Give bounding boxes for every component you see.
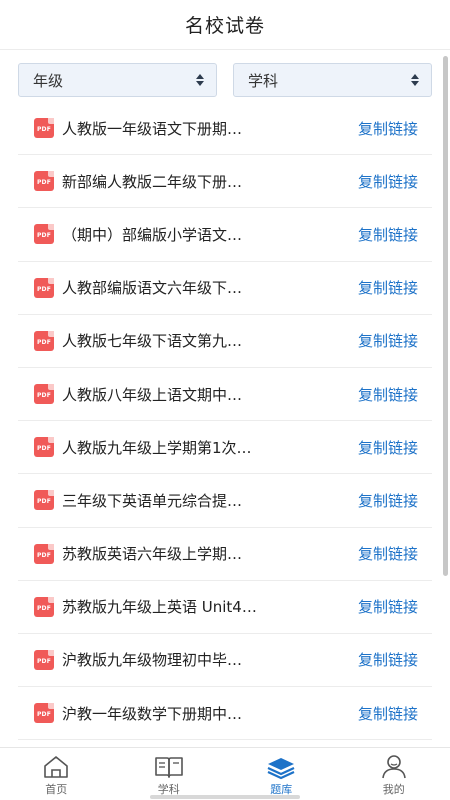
paper-title[interactable]: 苏教版九年级上英语 Unit4… <box>62 596 358 617</box>
pdf-file-icon: PDF <box>34 118 54 139</box>
grade-select[interactable]: 年级 <box>18 63 217 97</box>
home-icon <box>41 754 71 780</box>
paper-title[interactable]: 人教版八年级上语文期中… <box>62 384 358 405</box>
scrollbar[interactable] <box>443 56 448 576</box>
copy-link-button[interactable]: 复制链接 <box>358 703 418 724</box>
list-item[interactable]: PDF 沪教版九年级物理初中毕… 复制链接 <box>18 634 432 688</box>
paper-title[interactable]: 人教版一年级语文下册期… <box>62 118 358 139</box>
paper-title[interactable]: 苏教版英语六年级上学期… <box>62 543 358 564</box>
tab-subject[interactable]: 学科 <box>113 748 226 800</box>
pdf-file-icon: PDF <box>34 224 54 245</box>
top-header: 名校试卷 <box>0 0 450 50</box>
subject-select[interactable]: 学科 <box>233 63 432 97</box>
copy-link-button[interactable]: 复制链接 <box>358 384 418 405</box>
copy-link-button[interactable]: 复制链接 <box>358 437 418 458</box>
pdf-file-icon: PDF <box>34 649 54 670</box>
pdf-file-icon: PDF <box>34 330 54 351</box>
pdf-file-icon: PDF <box>34 490 54 511</box>
copy-link-button[interactable]: 复制链接 <box>358 543 418 564</box>
paper-title[interactable]: 人教部编版语文六年级下… <box>62 277 358 298</box>
list-item[interactable]: PDF 人教版一年级语文下册期… 复制链接 <box>18 102 432 156</box>
tab-question-bank[interactable]: 题库 <box>225 748 338 800</box>
copy-link-button[interactable]: 复制链接 <box>358 224 418 245</box>
copy-link-button[interactable]: 复制链接 <box>358 596 418 617</box>
copy-link-button[interactable]: 复制链接 <box>358 118 418 139</box>
pdf-file-icon: PDF <box>34 703 54 724</box>
pdf-file-icon: PDF <box>34 437 54 458</box>
paper-title[interactable]: 人教版九年级上学期第1次… <box>62 437 358 458</box>
filter-bar: 年级 学科 <box>0 50 450 110</box>
layers-icon <box>266 754 296 780</box>
paper-title[interactable]: （期中）部编版小学语文… <box>62 224 358 245</box>
home-indicator <box>150 795 300 799</box>
list-item[interactable]: PDF 沪教一年级数学下册期中… 复制链接 <box>18 687 432 741</box>
list-item[interactable]: PDF 苏教版九年级上英语 Unit4… 复制链接 <box>18 581 432 634</box>
user-icon <box>379 754 409 780</box>
bottom-tab-bar: 首页 学科 题库 我的 <box>0 747 450 800</box>
paper-title[interactable]: 人教版七年级下语文第九… <box>62 330 358 351</box>
tab-home-label: 首页 <box>45 783 68 796</box>
list-item[interactable]: PDF 新部编人教版二年级下册… 复制链接 <box>18 155 432 209</box>
paper-list: PDF 人教版一年级语文下册期… 复制链接 PDF 新部编人教版二年级下册… 复制链接 PD… <box>0 102 450 747</box>
pdf-file-icon: PDF <box>34 277 54 298</box>
copy-link-button[interactable]: 复制链接 <box>358 330 418 351</box>
sort-arrows-icon <box>411 74 419 86</box>
pdf-file-icon: PDF <box>34 596 54 617</box>
list-item[interactable]: PDF （期中）部编版小学语文… 复制链接 <box>18 208 432 262</box>
tab-mine-label: 我的 <box>382 783 405 796</box>
list-item[interactable]: PDF 苏教版英语六年级上学期… 复制链接 <box>18 528 432 581</box>
paper-title[interactable]: 沪教版九年级物理初中毕… <box>62 649 358 670</box>
sort-arrows-icon <box>196 74 204 86</box>
copy-link-button[interactable]: 复制链接 <box>358 649 418 670</box>
pdf-file-icon: PDF <box>34 384 54 405</box>
tab-mine[interactable]: 我的 <box>338 748 450 800</box>
paper-title[interactable]: 沪教一年级数学下册期中… <box>62 703 358 724</box>
list-item[interactable]: PDF 三年级下英语单元综合提… 复制链接 <box>18 474 432 528</box>
tab-home[interactable]: 首页 <box>0 748 113 800</box>
paper-title[interactable]: 三年级下英语单元综合提… <box>62 490 358 511</box>
subject-select-label: 学科 <box>248 71 279 90</box>
paper-title[interactable]: 新部编人教版二年级下册… <box>62 171 358 192</box>
list-item[interactable]: PDF 人教版九年级上学期第1次… 复制链接 <box>18 421 432 475</box>
list-item[interactable]: PDF 人教版七年级下语文第九… 复制链接 <box>18 315 432 368</box>
pdf-file-icon: PDF <box>34 171 54 192</box>
copy-link-button[interactable]: 复制链接 <box>358 490 418 511</box>
copy-link-button[interactable]: 复制链接 <box>358 171 418 192</box>
pdf-file-icon: PDF <box>34 543 54 564</box>
copy-link-button[interactable]: 复制链接 <box>358 277 418 298</box>
page-title: 名校试卷 <box>184 15 265 37</box>
book-icon <box>154 754 184 780</box>
list-item[interactable]: PDF 人教版八年级上语文期中… 复制链接 <box>18 368 432 422</box>
list-item[interactable]: PDF 人教部编版语文六年级下… 复制链接 <box>18 262 432 315</box>
grade-select-label: 年级 <box>33 71 64 90</box>
